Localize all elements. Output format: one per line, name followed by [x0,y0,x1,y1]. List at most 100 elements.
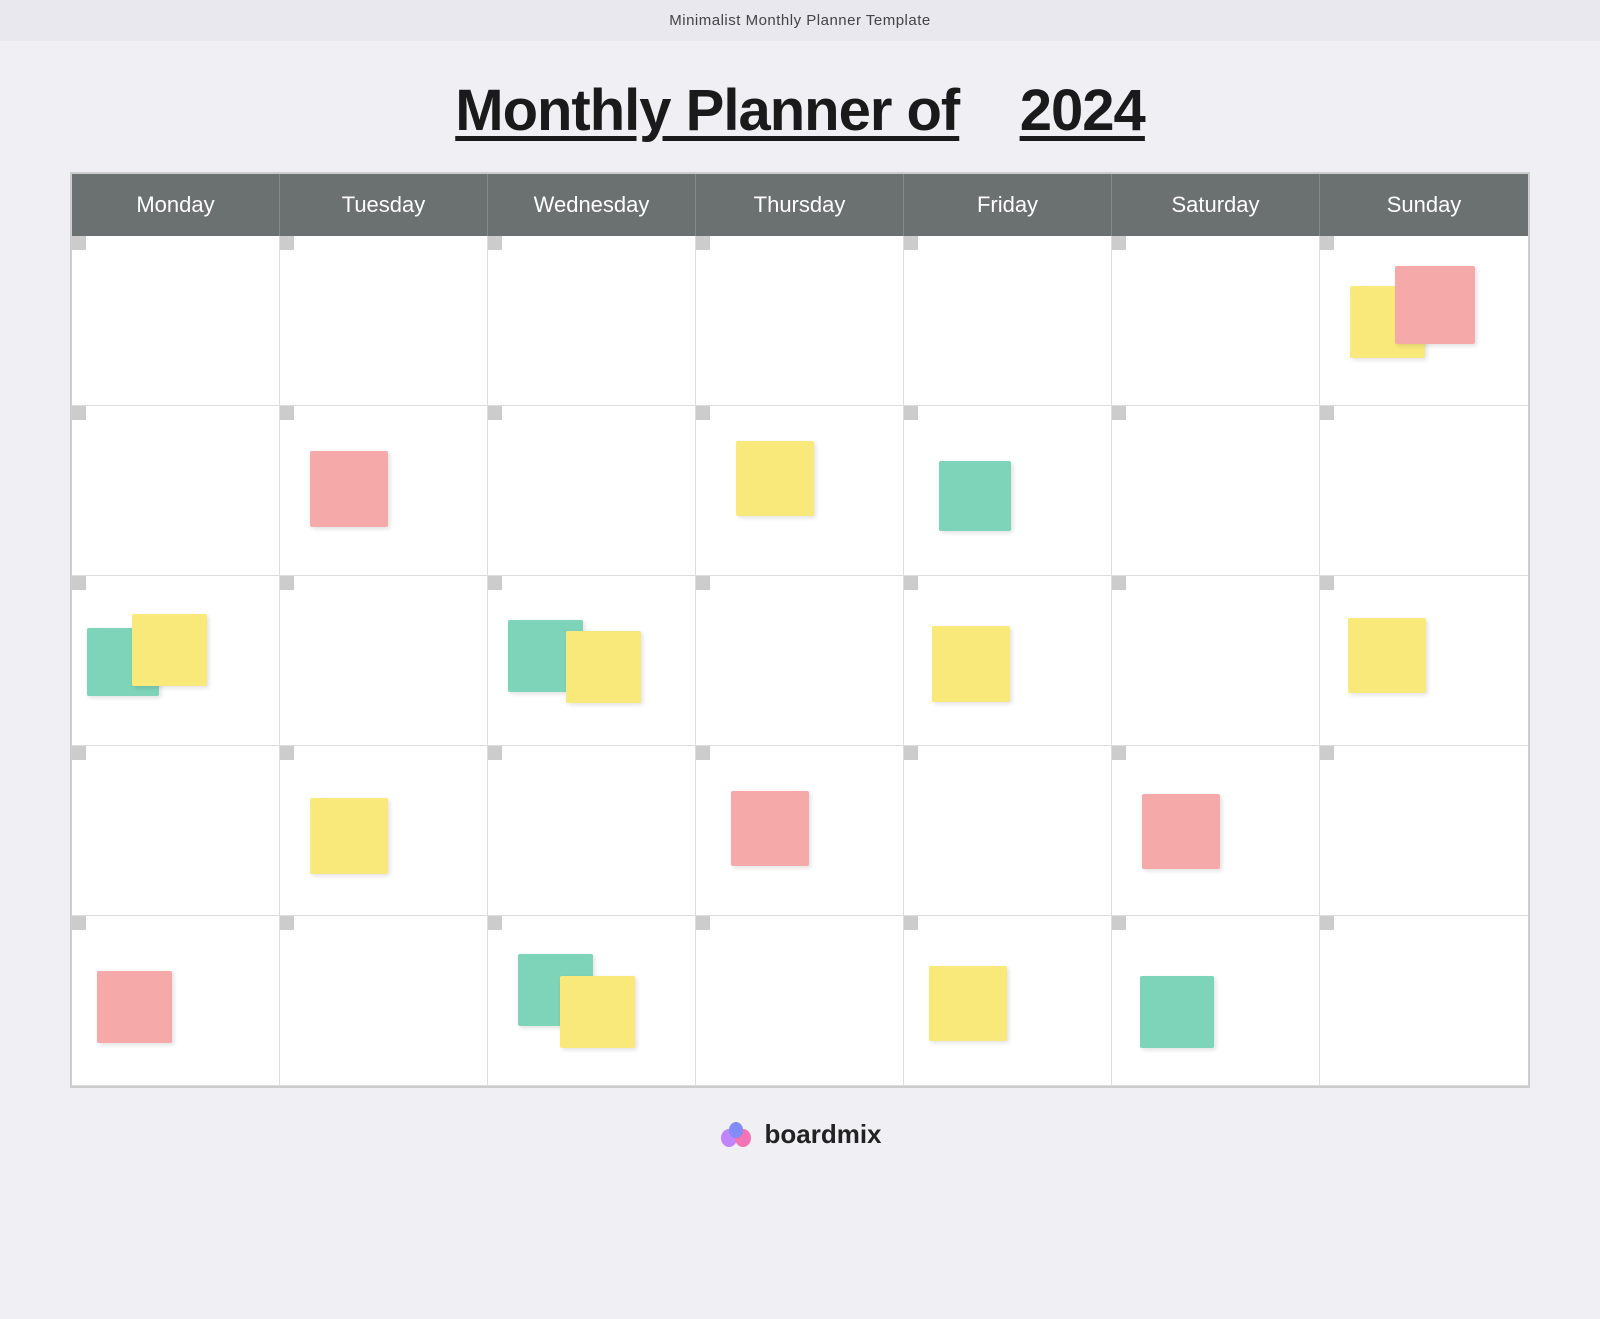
calendar-cell [904,236,1112,406]
calendar-cell [488,746,696,916]
corner-mark [280,406,294,420]
corner-mark [904,576,918,590]
calendar-cell [1112,746,1320,916]
corner-mark [696,746,710,760]
calendar-cell [904,746,1112,916]
brand-label: boardmix [764,1119,881,1150]
corner-mark [72,746,86,760]
corner-mark [1320,916,1334,930]
calendar-cell [72,746,280,916]
corner-mark [1112,576,1126,590]
calendar-cell [488,236,696,406]
corner-mark [280,916,294,930]
corner-mark [696,406,710,420]
sticky-note-yellow [310,798,388,874]
corner-mark [1112,406,1126,420]
year-label: 2024 [1020,78,1145,143]
corner-mark [904,916,918,930]
calendar-cell [696,406,904,576]
corner-mark [72,916,86,930]
sticky-note-pink [310,451,388,527]
corner-mark [488,746,502,760]
corner-mark [72,236,86,250]
corner-mark [1320,576,1334,590]
calendar-cell [280,576,488,746]
corner-mark [488,236,502,250]
calendar-cell [696,746,904,916]
calendar-cell [1320,576,1528,746]
boardmix-logo-icon [718,1116,754,1152]
corner-mark [696,236,710,250]
sticky-note-yellow [560,976,635,1048]
calendar-cell [1112,916,1320,1086]
calendar-cell [488,406,696,576]
calendar-cell [72,916,280,1086]
corner-mark [1320,236,1334,250]
corner-mark [1112,746,1126,760]
calendar-cell [1320,746,1528,916]
sticky-note-yellow [736,441,814,516]
calendar-cell [1320,406,1528,576]
calendar-cell [72,406,280,576]
corner-mark [72,406,86,420]
calendar-cell [72,236,280,406]
corner-mark [904,406,918,420]
calendar-cell [280,236,488,406]
header-monday: Monday [72,174,280,236]
sticky-note-pink [1142,794,1220,869]
sticky-note-pink [97,971,172,1043]
sticky-note-green [939,461,1011,531]
header-thursday: Thursday [696,174,904,236]
calendar-cell [696,916,904,1086]
header-saturday: Saturday [1112,174,1320,236]
corner-mark [1112,916,1126,930]
calendar-body [72,236,1528,1086]
corner-mark [280,746,294,760]
calendar-cell [696,576,904,746]
calendar-cell [904,406,1112,576]
sticky-note-yellow [566,631,641,703]
calendar-cell [488,916,696,1086]
calendar-cell [904,916,1112,1086]
header-sunday: Sunday [1320,174,1528,236]
corner-mark [696,576,710,590]
sticky-note-yellow [1348,618,1426,693]
corner-mark [1320,406,1334,420]
corner-mark [280,576,294,590]
calendar-cell [1320,236,1528,406]
corner-mark [696,916,710,930]
sticky-note-yellow [132,614,207,686]
header-friday: Friday [904,174,1112,236]
sticky-note-yellow [932,626,1010,702]
calendar-cell [904,576,1112,746]
sticky-note-pink [731,791,809,866]
calendar-cell [72,576,280,746]
corner-mark [72,576,86,590]
corner-mark [904,236,918,250]
top-bar-label: Minimalist Monthly Planner Template [669,12,931,29]
calendar-header: Monday Tuesday Wednesday Thursday Friday… [72,174,1528,236]
header-wednesday: Wednesday [488,174,696,236]
calendar-cell [1112,576,1320,746]
header-tuesday: Tuesday [280,174,488,236]
sticky-note-yellow [929,966,1007,1041]
calendar-cell [280,916,488,1086]
corner-mark [488,916,502,930]
calendar-cell [696,236,904,406]
corner-mark [904,746,918,760]
top-bar: Minimalist Monthly Planner Template [0,0,1600,41]
sticky-note-pink [1395,266,1475,344]
calendar-cell [1112,236,1320,406]
calendar-cell [280,406,488,576]
sticky-note-green [1140,976,1214,1048]
calendar: Monday Tuesday Wednesday Thursday Friday… [70,172,1530,1088]
corner-mark [1112,236,1126,250]
calendar-cell [280,746,488,916]
corner-mark [1320,746,1334,760]
page-title: Monthly Planner of 2024 [455,77,1145,144]
calendar-cell [488,576,696,746]
corner-mark [488,576,502,590]
corner-mark [280,236,294,250]
footer: boardmix [718,1116,881,1152]
calendar-cell [1320,916,1528,1086]
